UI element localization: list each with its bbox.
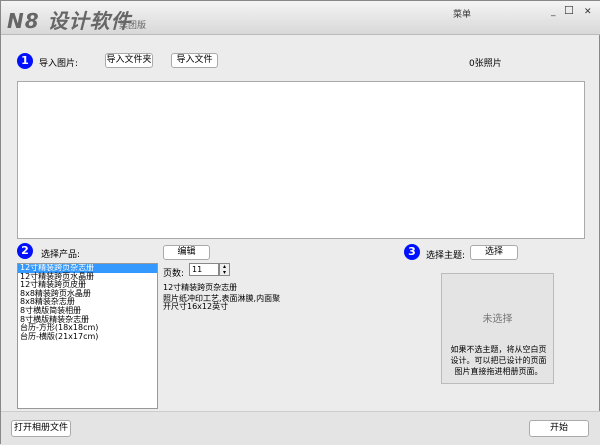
step-2-badge: 2 (17, 243, 33, 259)
product-list[interactable]: 12寸精装跨页杂志册 12寸精装跨页水晶册 12寸精装跨页皮册 8x8精装跨页水晶册 8… (17, 263, 158, 409)
import-label: 导入图片: (39, 59, 79, 69)
open-album-button[interactable]: 打开相册文件 (11, 420, 71, 437)
no-theme-label: 未选择 (482, 314, 513, 325)
edition-label: 集团版 (119, 21, 147, 31)
pages-label: 页数: (163, 269, 185, 279)
photo-count: 0张照片 (469, 59, 502, 69)
product-label: 选择产品: (41, 250, 81, 260)
photo-area[interactable] (17, 81, 585, 239)
pages-spinner[interactable]: ▴ ▾ (219, 263, 230, 276)
edit-button[interactable]: 编辑 (163, 245, 210, 260)
import-file-button[interactable]: 导入文件 (171, 53, 218, 68)
product-list-item[interactable]: 台历-横版(21x17cm) (18, 332, 157, 342)
start-button[interactable]: 开始 (529, 420, 589, 437)
choose-theme-button[interactable]: 选择 (470, 245, 518, 260)
step-1-badge: 1 (17, 53, 33, 69)
theme-preview[interactable]: 未选择 如果不选主题，将从空白页设计。可以把已设计的页面图片直接拖进相册页面。 (441, 273, 554, 384)
step-3-badge: 3 (404, 244, 420, 260)
product-desc-title: 12寸精装跨页杂志册 (163, 283, 238, 292)
app-logo: N8 设计软件 (7, 9, 132, 33)
menu-button[interactable]: 菜单 (453, 7, 471, 20)
theme-hint: 如果不选主题，将从空白页设计。可以把已设计的页面图片直接拖进相册页面。 (450, 345, 547, 376)
bottom-bar: 打开相册文件 开始 (1, 411, 600, 445)
close-icon[interactable]: ✕ (584, 7, 592, 17)
import-folder-button[interactable]: 导入文件夹 (105, 53, 153, 68)
pages-input[interactable]: 11 (189, 263, 219, 276)
maximize-icon[interactable]: ☐ (564, 4, 574, 17)
minimize-icon[interactable]: _ (551, 7, 556, 17)
title-bar[interactable]: N8 设计软件 集团版 菜单 _ ☐ ✕ (1, 1, 600, 35)
theme-label: 选择主题: (426, 251, 466, 261)
product-desc-line2: 开尺寸16x12英寸 (163, 302, 229, 311)
